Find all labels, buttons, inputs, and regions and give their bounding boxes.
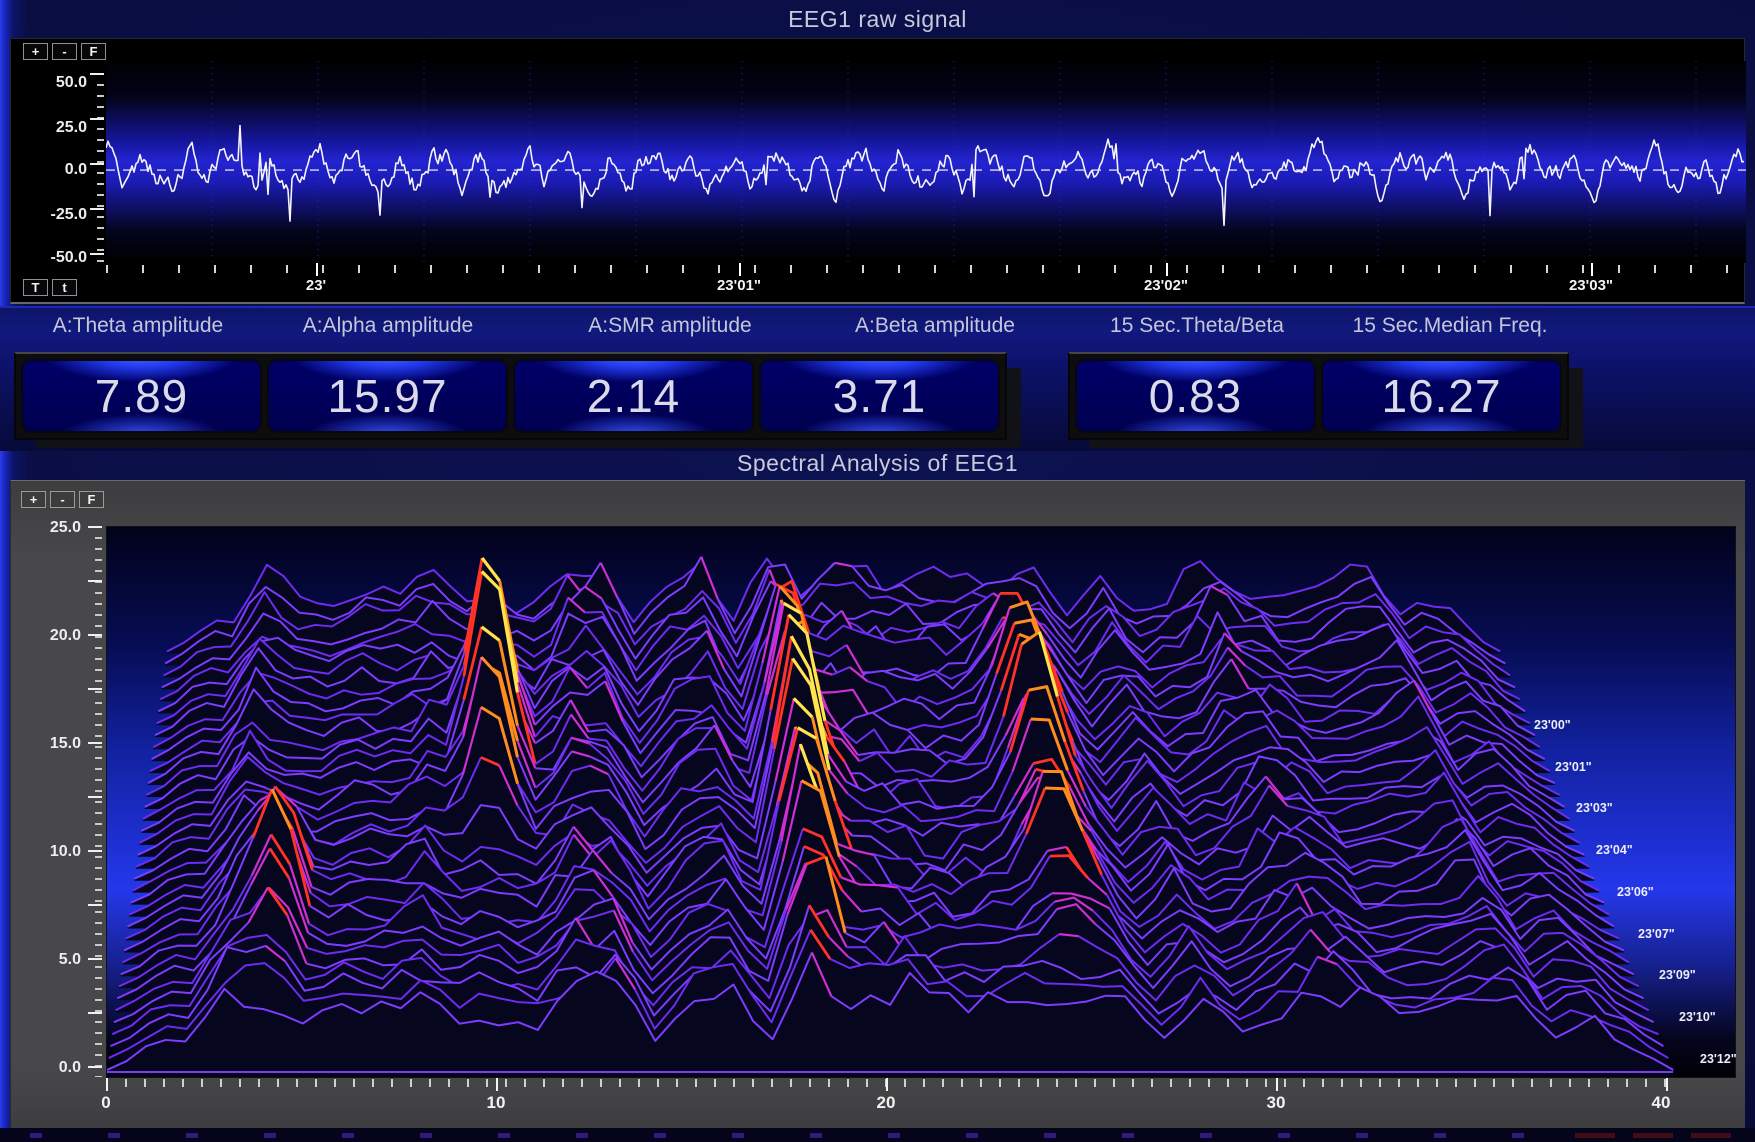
alpha-amplitude-label: A:Alpha amplitude: [223, 314, 553, 338]
theta-amplitude-value: 7.89: [21, 359, 262, 433]
theta-beta-ratio-value: 0.83: [1075, 359, 1316, 433]
zoom-in-button[interactable]: +: [23, 43, 48, 60]
bottom-strip-red-marks: [1575, 1133, 1745, 1138]
mesh-time-label: 23'00": [1534, 718, 1571, 732]
raw-time-buttons: T t: [23, 279, 77, 296]
spectral-title: Spectral Analysis of EEG1: [0, 450, 1755, 477]
zoom-in-button[interactable]: +: [21, 491, 46, 508]
raw-signal-waveform: [106, 61, 1746, 263]
raw-y-tick: -50.0: [25, 249, 87, 267]
spec-y-tick: 15.0: [21, 735, 81, 753]
spec-y-tick: 0.0: [21, 1059, 81, 1077]
ratio-display-group: 0.83 16.27: [1068, 352, 1569, 440]
raw-y-ruler-major: [90, 73, 104, 265]
raw-y-tick: 0.0: [25, 161, 87, 179]
bottom-strip-marks: [30, 1133, 1570, 1138]
raw-signal-plot[interactable]: [106, 61, 1746, 263]
raw-zoom-buttons: + - F: [23, 43, 106, 60]
time-cursor-button[interactable]: t: [52, 279, 77, 296]
mesh-time-label: 23'07": [1638, 927, 1675, 941]
bottom-strip: [0, 1128, 1755, 1142]
spec-y-ruler-major: [88, 526, 102, 1077]
raw-signal-title: EEG1 raw signal: [0, 6, 1755, 33]
raw-x-ruler: [106, 265, 1746, 273]
mesh-time-label: 23'09": [1659, 968, 1696, 982]
median-freq-value: 16.27: [1321, 359, 1562, 433]
spec-x-major-tick: [496, 1078, 498, 1091]
full-scale-button[interactable]: F: [81, 43, 106, 60]
raw-x-major-tick: [1591, 263, 1593, 276]
spec-y-tick: 20.0: [21, 627, 81, 645]
spec-x-tick: 40: [1616, 1093, 1706, 1113]
readings-band: A:Theta amplitude A:Alpha amplitude A:SM…: [0, 306, 1755, 451]
smr-amplitude-value: 2.14: [513, 359, 754, 433]
spec-y-tick: 25.0: [21, 519, 81, 537]
spec-x-major-tick: [1666, 1078, 1668, 1091]
raw-x-major-tick: [739, 263, 741, 276]
spec-x-tick: 20: [841, 1093, 931, 1113]
spectral-3d-plot[interactable]: 23'00" 23'01" 23'03" 23'04" 23'06" 23'07…: [106, 526, 1736, 1078]
raw-x-major-tick: [1166, 263, 1168, 276]
spec-x-tick: 0: [61, 1093, 151, 1113]
raw-y-tick: 50.0: [25, 74, 87, 92]
raw-x-tick: 23'02": [1096, 277, 1236, 294]
spectral-zoom-buttons: + - F: [21, 491, 104, 508]
median-freq-label: 15 Sec.Median Freq.: [1285, 314, 1615, 338]
eeg-biofeedback-screen: EEG1 raw signal + - F 50.0 25.0 0.0 -25.…: [0, 0, 1755, 1142]
mesh-time-label: 23'01": [1555, 760, 1592, 774]
spec-x-major-tick: [106, 1078, 108, 1091]
full-scale-button[interactable]: F: [79, 491, 104, 508]
raw-x-major-tick: [316, 263, 318, 276]
spec-x-major-tick: [1276, 1078, 1278, 1091]
amplitude-display-group: 7.89 15.97 2.14 3.71: [14, 352, 1007, 440]
raw-x-tick: 23'01": [669, 277, 809, 294]
beta-amplitude-value: 3.71: [759, 359, 1000, 433]
spectral-waterfall-mesh: [107, 527, 1735, 1077]
spec-x-tick: 30: [1231, 1093, 1321, 1113]
zoom-out-button[interactable]: -: [52, 43, 77, 60]
raw-y-tick: -25.0: [25, 206, 87, 224]
spectral-panel: + - F 25.0 20.0 15.0 10.0 5.0 0.0 23'00"…: [10, 480, 1745, 1128]
raw-y-tick: 25.0: [25, 119, 87, 137]
raw-signal-panel: + - F 50.0 25.0 0.0 -25.0 -50.0 23' 23'0…: [10, 38, 1745, 304]
time-scale-button[interactable]: T: [23, 279, 48, 296]
zoom-out-button[interactable]: -: [50, 491, 75, 508]
raw-x-tick: 23': [246, 277, 386, 294]
spec-y-tick: 10.0: [21, 843, 81, 861]
mesh-time-label: 23'06": [1617, 885, 1654, 899]
spec-x-tick: 10: [451, 1093, 541, 1113]
spec-x-major-tick: [886, 1078, 888, 1091]
mesh-time-label: 23'10": [1679, 1010, 1716, 1024]
mesh-time-label: 23'12": [1700, 1052, 1737, 1066]
spec-y-tick: 5.0: [21, 951, 81, 969]
raw-x-tick: 23'03": [1521, 277, 1661, 294]
alpha-amplitude-value: 15.97: [267, 359, 508, 433]
mesh-time-label: 23'04": [1596, 843, 1633, 857]
mesh-time-label: 23'03": [1576, 801, 1613, 815]
